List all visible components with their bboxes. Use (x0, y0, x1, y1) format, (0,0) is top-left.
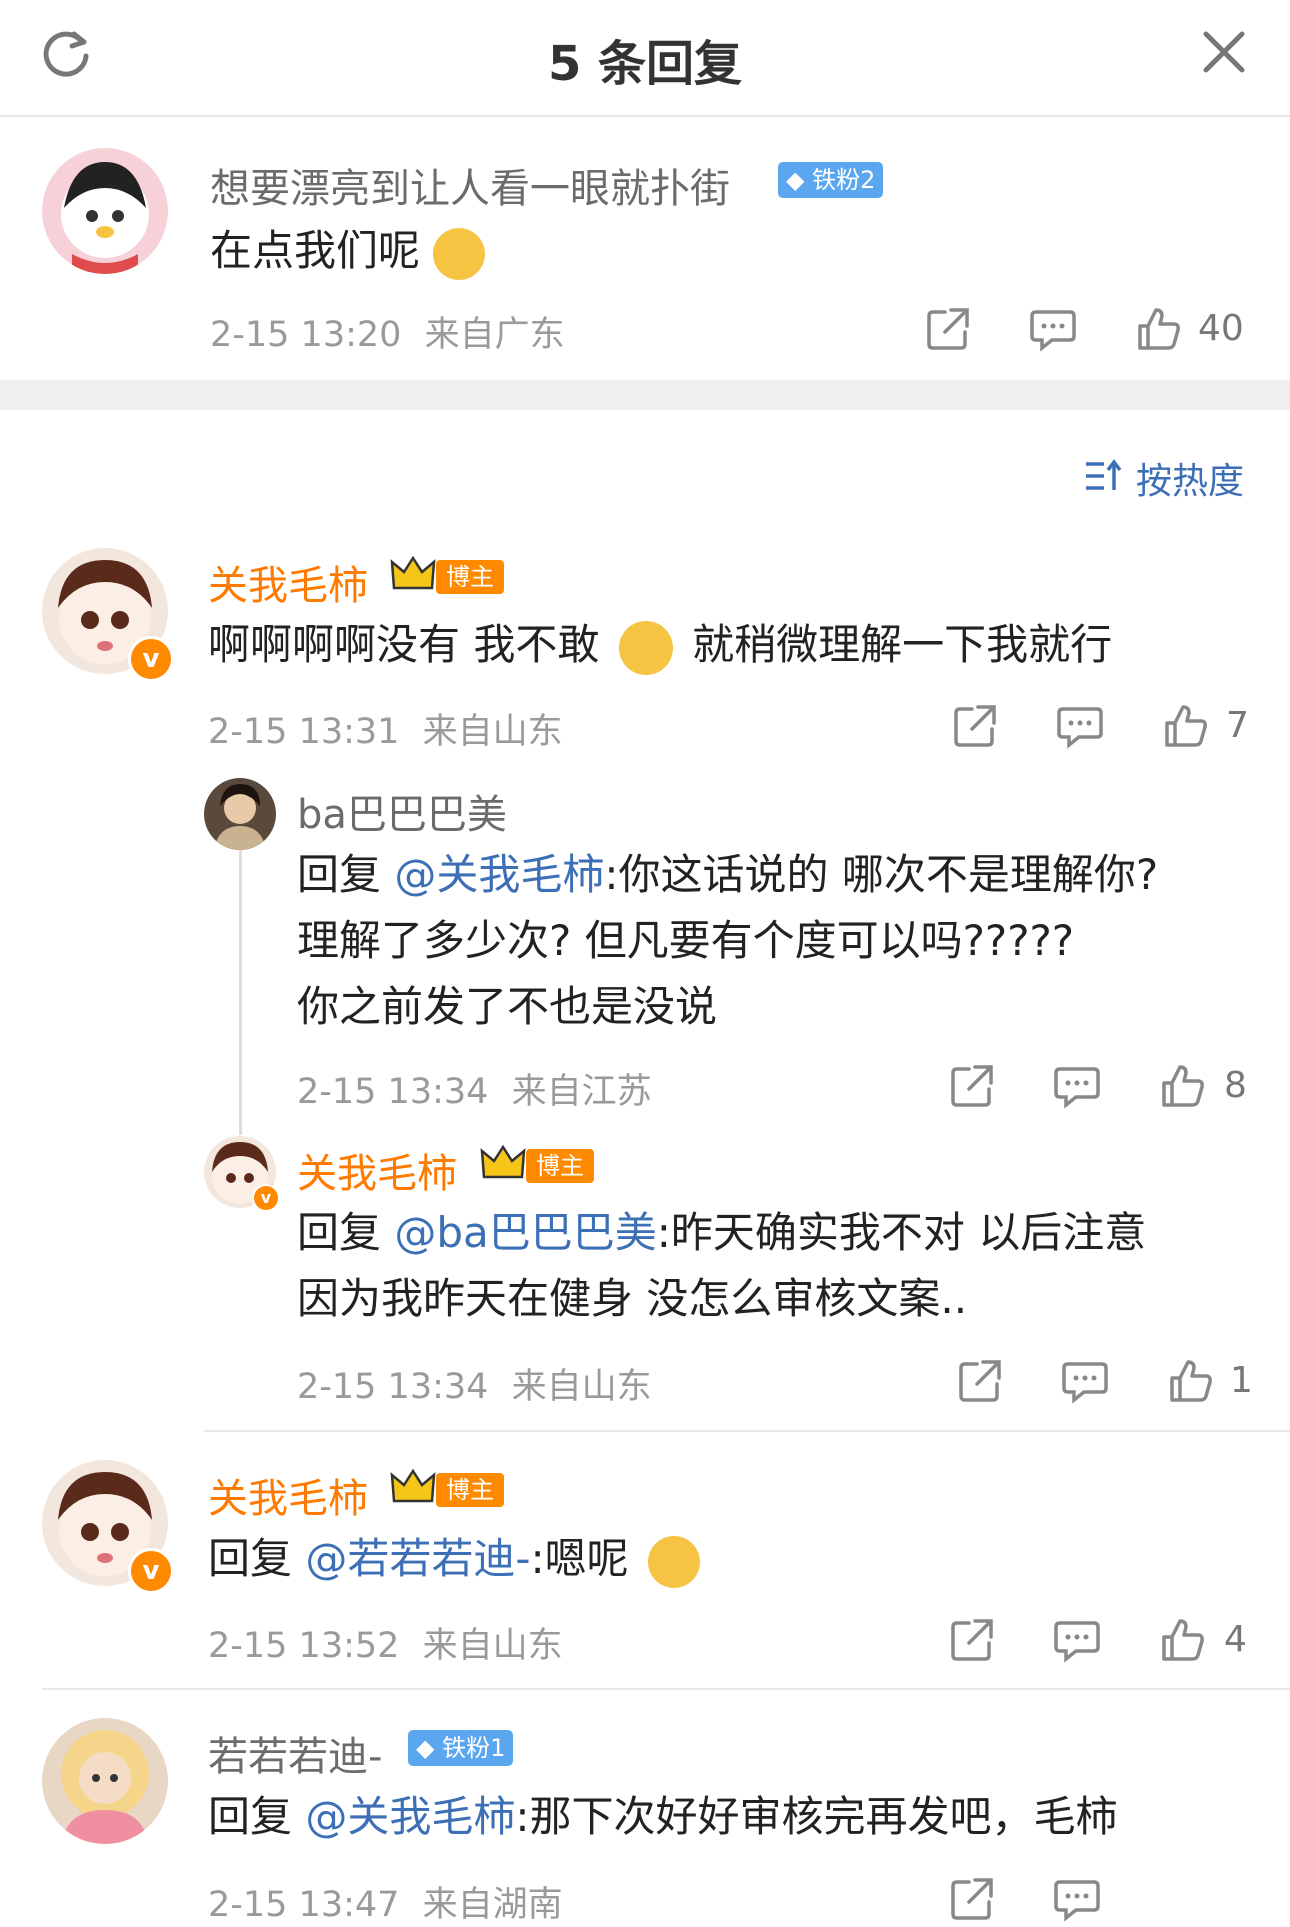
comment-meta: 2-15 13:20 来自广东 (210, 306, 565, 357)
username[interactable]: ba巴巴巴美 (297, 782, 507, 840)
reply-location: 来自江苏 (511, 1072, 652, 1112)
diamond-icon: ◆ (416, 1734, 435, 1762)
comment-text-content: :那下次好好审核完再发吧，毛柿 (515, 1792, 1118, 1841)
host-badge: 博主 (436, 1473, 504, 1507)
host-badge: 博主 (436, 560, 504, 594)
avatar[interactable] (42, 148, 168, 274)
sort-icon[interactable] (1084, 456, 1124, 496)
share-icon[interactable] (957, 1358, 1003, 1404)
fan-badge: ◆ 铁粉1 (408, 1730, 514, 1766)
comment-time: 2-15 13:20 (210, 315, 402, 355)
comment-meta: 2-15 13:31 来自山东 (208, 703, 563, 754)
username[interactable]: 若若若迪- (208, 1724, 382, 1782)
like-count: 40 (1198, 308, 1244, 349)
share-icon[interactable] (949, 1617, 995, 1663)
reply-prefix: 回复 (297, 850, 395, 899)
comment-icon[interactable] (1054, 1876, 1100, 1922)
reply-meta: 2-15 13:34 来自山东 (297, 1358, 652, 1409)
close-icon[interactable] (1198, 26, 1250, 78)
like-icon[interactable] (1163, 703, 1209, 749)
comment-icon[interactable] (1057, 703, 1103, 749)
cry-emoji-icon (618, 620, 673, 675)
page-title: 5 条回复 (547, 36, 743, 92)
sort-by-hot[interactable]: 按热度 (1136, 452, 1244, 504)
comment-text: 在点我们呢 (210, 218, 486, 284)
fan-badge-label: 铁粉2 (812, 166, 876, 194)
crown-icon (390, 554, 436, 594)
comment-meta: 2-15 13:47 来自湖南 (208, 1876, 563, 1927)
crown-icon (390, 1467, 436, 1507)
reply-text: 回复 @ba巴巴巴美:昨天确实我不对 以后注意 (297, 1200, 1146, 1266)
share-icon[interactable] (949, 1063, 995, 1109)
comment-text-content: 在点我们呢 (210, 226, 421, 275)
comment-time: 2-15 13:31 (208, 712, 400, 752)
like-count: 7 (1226, 705, 1249, 746)
verified-icon: v (252, 1184, 280, 1212)
comment-text: 回复 @若若若迪-:嗯呢 (208, 1526, 701, 1592)
like-icon[interactable] (1136, 306, 1182, 352)
hug-emoji-icon (648, 1535, 701, 1588)
verified-icon: v (128, 636, 174, 682)
comment-icon[interactable] (1054, 1063, 1100, 1109)
reply-text: 因为我昨天在健身 没怎么审核文案.. (297, 1274, 968, 1323)
divider (204, 1430, 1290, 1432)
comment-text-b: 就稍微理解一下我就行 (692, 620, 1113, 669)
fan-badge-label: 铁粉1 (442, 1734, 506, 1762)
diamond-icon: ◆ (786, 166, 805, 194)
avatar[interactable] (42, 1718, 168, 1844)
comment-meta: 2-15 13:52 来自山东 (208, 1617, 563, 1668)
mention-link[interactable]: @关我毛柿 (305, 1792, 515, 1841)
reply-text: 理解了多少次? 但凡要有个度可以吗????? (297, 916, 1075, 965)
comment-text: 啊啊啊啊没有 我不敢 就稍微理解一下我就行 (208, 612, 1112, 678)
like-icon[interactable] (1160, 1063, 1206, 1109)
section-divider (0, 380, 1290, 410)
reply-meta: 2-15 13:34 来自江苏 (297, 1063, 652, 1114)
reply-line-1: :昨天确实我不对 以后注意 (656, 1208, 1147, 1257)
comment-text-content: :嗯呢 (530, 1534, 629, 1583)
comment-icon[interactable] (1054, 1617, 1100, 1663)
reply-prefix: 回复 (208, 1792, 306, 1841)
crown-icon (480, 1143, 526, 1183)
reply-prefix: 回复 (297, 1208, 395, 1257)
reply-text: 你之前发了不也是没说 (297, 982, 718, 1031)
shush-emoji-icon (433, 227, 486, 280)
reply-prefix: 回复 (208, 1534, 306, 1583)
comment-time: 2-15 13:47 (208, 1885, 400, 1925)
reply-time: 2-15 13:34 (297, 1367, 489, 1407)
like-count: 4 (1224, 1619, 1247, 1660)
like-icon[interactable] (1160, 1617, 1206, 1663)
mention-link[interactable]: @关我毛柿 (394, 850, 604, 899)
username[interactable]: 关我毛柿 (208, 1466, 368, 1524)
thread-line (239, 840, 242, 1135)
host-badge: 博主 (526, 1149, 594, 1183)
avatar[interactable] (204, 778, 276, 850)
mention-link[interactable]: @若若若迪- (305, 1534, 530, 1583)
comment-location: 来自山东 (422, 1626, 563, 1666)
fan-badge: ◆ 铁粉2 (778, 162, 884, 198)
username[interactable]: 关我毛柿 (297, 1141, 457, 1199)
share-icon[interactable] (952, 703, 998, 749)
reply-text: 回复 @关我毛柿:你这话说的 哪次不是理解你? (297, 842, 1158, 908)
like-count: 8 (1224, 1065, 1247, 1106)
reply-line-1: :你这话说的 哪次不是理解你? (604, 850, 1159, 899)
verified-icon: v (128, 1548, 174, 1594)
comment-location: 来自湖南 (422, 1885, 563, 1925)
comment-location: 来自山东 (422, 712, 563, 752)
like-count: 1 (1230, 1360, 1253, 1401)
share-icon[interactable] (925, 306, 971, 352)
comment-icon[interactable] (1030, 306, 1076, 352)
username[interactable]: 想要漂亮到让人看一眼就扑街 (210, 156, 730, 214)
mention-link[interactable]: @ba巴巴巴美 (394, 1208, 656, 1257)
divider (42, 1688, 1290, 1690)
like-icon[interactable] (1168, 1358, 1214, 1404)
comment-icon[interactable] (1062, 1358, 1108, 1404)
comment-location: 来自广东 (424, 315, 565, 355)
comment-text-a: 啊啊啊啊没有 我不敢 (208, 620, 600, 669)
comment-time: 2-15 13:52 (208, 1626, 400, 1666)
reply-location: 来自山东 (511, 1367, 652, 1407)
share-icon[interactable] (949, 1876, 995, 1922)
comment-text: 回复 @关我毛柿:那下次好好审核完再发吧，毛柿 (208, 1784, 1118, 1850)
username[interactable]: 关我毛柿 (208, 553, 368, 611)
reply-time: 2-15 13:34 (297, 1072, 489, 1112)
